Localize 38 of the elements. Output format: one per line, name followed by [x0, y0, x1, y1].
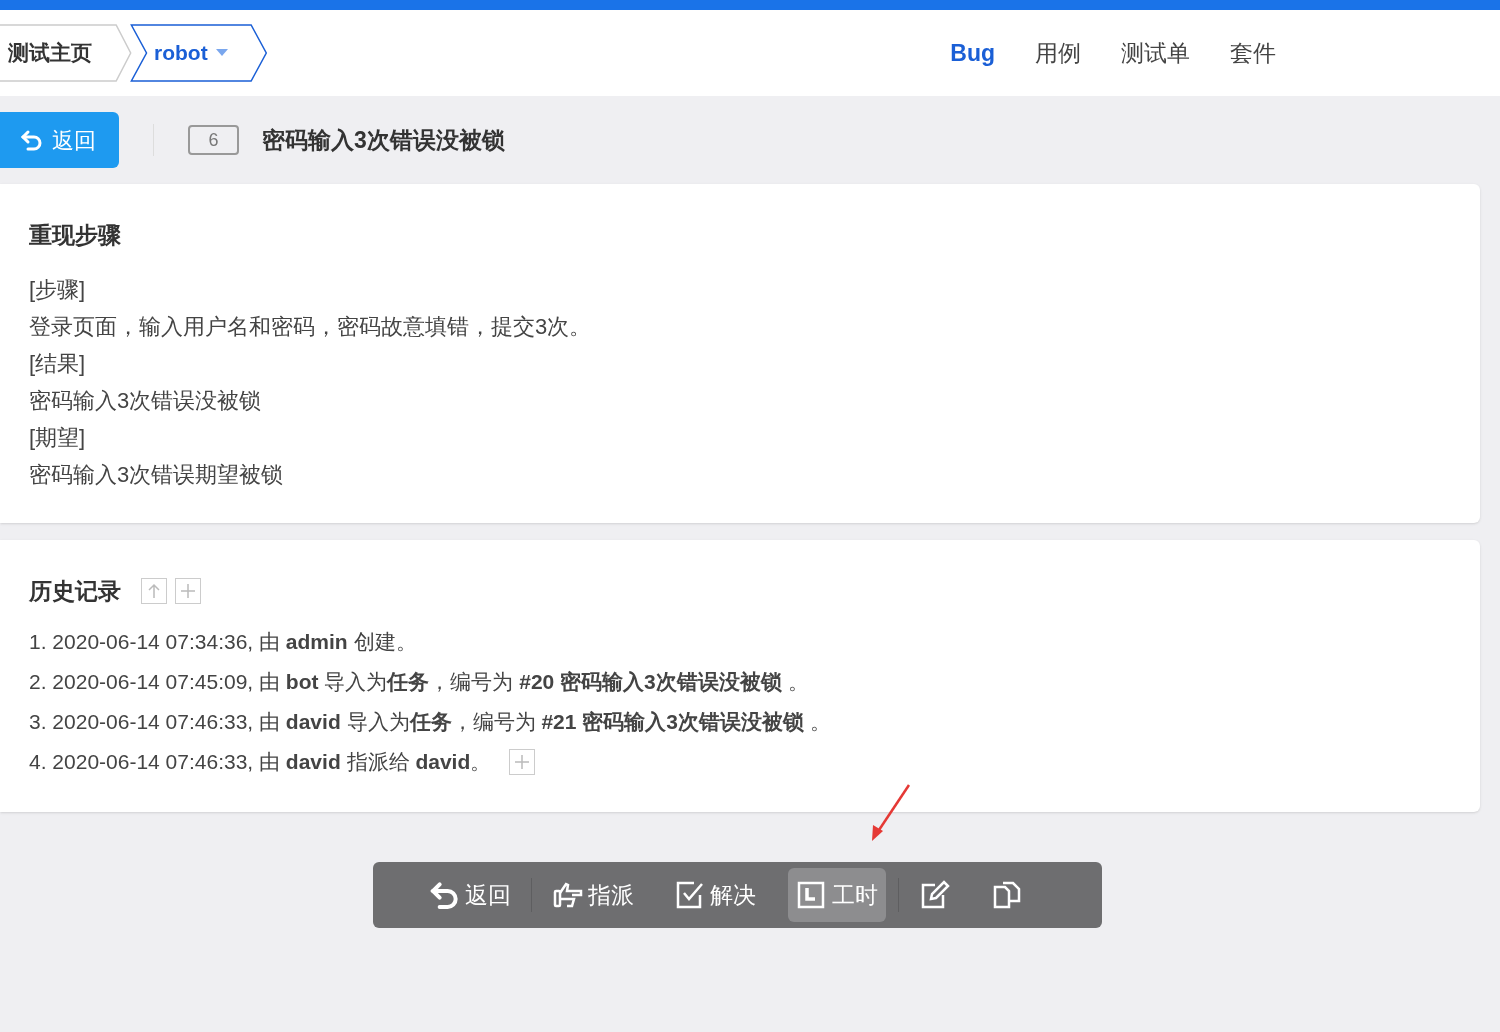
id-badge: 6: [188, 125, 239, 155]
plus-icon: [514, 754, 531, 770]
breadcrumb-item[interactable]: robot: [130, 24, 268, 82]
history-entry: 1. 2020-06-14 07:34:36, 由 admin 创建。: [29, 629, 417, 656]
caret-icon: [215, 49, 228, 57]
annotation-arrow: [869, 783, 911, 843]
section-heading: 重现步骤: [29, 221, 122, 250]
history-entry: 4. 2020-06-14 07:46:33, 由 david 指派给 david。: [29, 749, 492, 776]
nav-tab[interactable]: 套件: [1230, 35, 1276, 71]
copy-icon: [991, 879, 1023, 911]
edit-icon: [919, 879, 951, 911]
expand-button[interactable]: [509, 749, 536, 775]
toolbar-button[interactable]: 指派: [544, 868, 642, 922]
bug-title: 密码输入3次错误没被锁: [262, 125, 505, 155]
back-button[interactable]: 返回: [0, 112, 119, 168]
step-text: 密码输入3次错误期望被锁: [29, 460, 285, 489]
step-text: 密码输入3次错误没被锁: [29, 386, 263, 415]
toolbar-button[interactable]: 工时: [788, 868, 886, 922]
checkbox-icon: [674, 879, 706, 911]
nav-tab[interactable]: 用例: [1035, 35, 1081, 71]
nav-tab[interactable]: 测试单: [1121, 35, 1190, 71]
undo-icon: [429, 879, 461, 911]
undo-icon: [20, 128, 44, 152]
toolbar-button[interactable]: 解决: [666, 868, 764, 922]
step-text: 登录页面，输入用户名和密码，密码故意填错，提交3次。: [29, 312, 593, 341]
section-heading: 历史记录: [29, 576, 121, 606]
plus-icon: [180, 582, 196, 599]
nav-tab[interactable]: Bug: [950, 35, 995, 71]
history-entry: 3. 2020-06-14 07:46:33, 由 david 导入为任务，编号为 #21 密码输入3次错误没被锁 。: [29, 709, 831, 736]
step-text: [期望]: [29, 423, 87, 452]
sort-button[interactable]: [141, 577, 167, 604]
expand-button[interactable]: [175, 577, 201, 604]
history-entry: 2. 2020-06-14 07:45:09, 由 bot 导入为任务，编号为 #20 密码输入3次错误没被锁 。: [29, 669, 809, 696]
breadcrumb-item[interactable]: 测试主页: [0, 24, 132, 82]
arrow-up-icon: [146, 582, 162, 599]
toolbar-button[interactable]: 返回: [421, 868, 519, 922]
step-text: [结果]: [29, 349, 87, 378]
step-text: [步骤]: [29, 275, 87, 304]
